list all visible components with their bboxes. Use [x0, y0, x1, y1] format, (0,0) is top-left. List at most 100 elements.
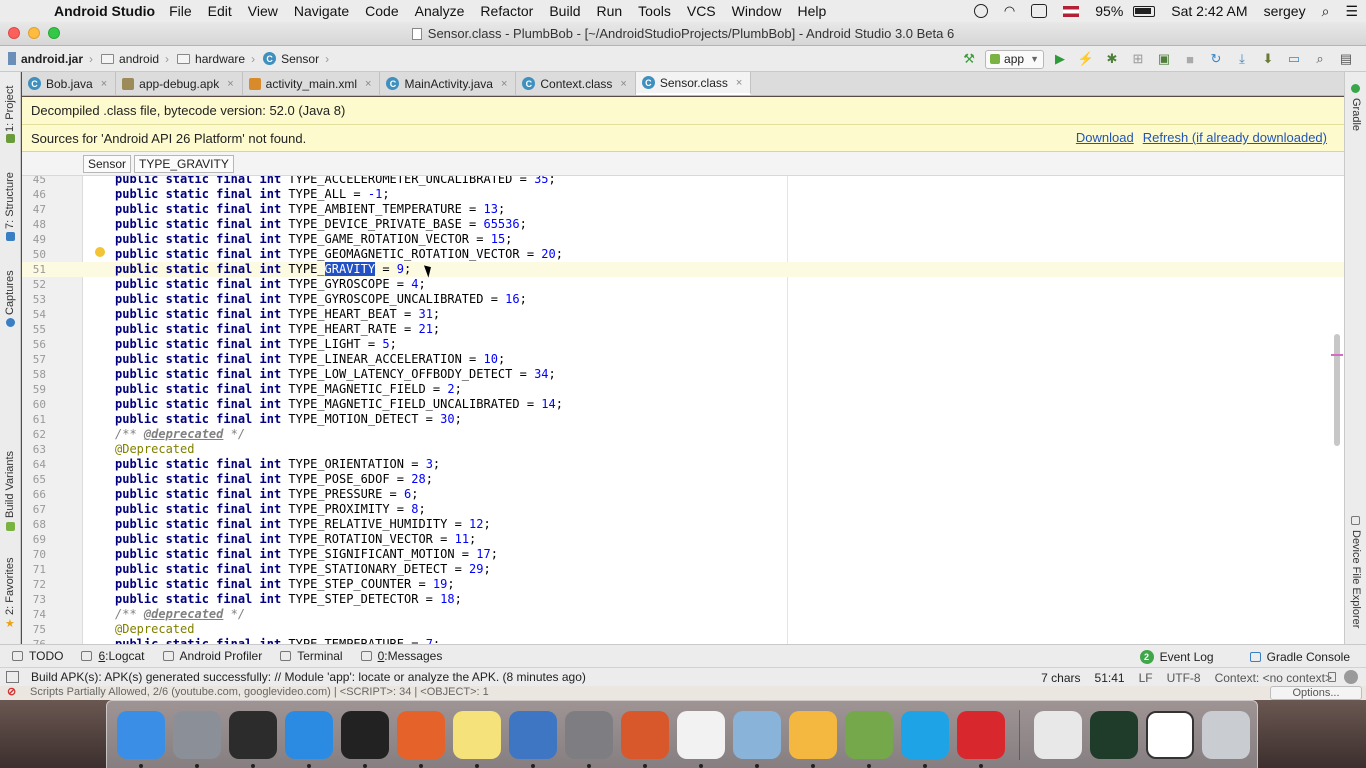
- android-security-internals-icon[interactable]: [1090, 710, 1138, 759]
- tool-tab-structure[interactable]: 7: Structure: [4, 172, 16, 229]
- airplay-icon[interactable]: [1031, 4, 1048, 18]
- code-line[interactable]: 60 public static final int TYPE_MAGNETIC_…: [22, 397, 1344, 412]
- android-studio-icon[interactable]: [789, 710, 837, 768]
- skype-icon[interactable]: [901, 710, 949, 768]
- tool-tab-captures[interactable]: Captures: [4, 270, 16, 315]
- code-line[interactable]: 61 public static final int TYPE_MOTION_DE…: [22, 412, 1344, 427]
- menu-run[interactable]: Run: [596, 3, 622, 19]
- code-line[interactable]: 68 public static final int TYPE_RELATIVE_…: [22, 517, 1344, 532]
- run-configuration-select[interactable]: app ▼: [985, 49, 1044, 69]
- code-line[interactable]: 58 public static final int TYPE_LOW_LATEN…: [22, 367, 1344, 382]
- nav-crumb-hardware[interactable]: hardware ›: [177, 52, 255, 66]
- keynote-icon[interactable]: [509, 710, 557, 768]
- launchpad-icon[interactable]: [173, 710, 221, 768]
- run-icon[interactable]: ▶: [1050, 49, 1070, 69]
- layout-icon[interactable]: ▤: [1336, 49, 1356, 69]
- bottom-tab-messages[interactable]: 0: Messages: [360, 649, 442, 663]
- toggle-tool-windows-icon[interactable]: [6, 671, 19, 683]
- editor-vertical-scrollbar[interactable]: [1334, 334, 1340, 446]
- project-structure-icon[interactable]: ▭: [1284, 49, 1304, 69]
- options-button[interactable]: Options...: [1270, 686, 1362, 700]
- search-icon[interactable]: ⌕: [1310, 49, 1330, 69]
- code-line[interactable]: 62 /** @deprecated */: [22, 427, 1344, 442]
- bottom-tab-logcat[interactable]: 6: Logcat: [81, 649, 145, 663]
- code-line[interactable]: 64 public static final int TYPE_ORIENTATI…: [22, 457, 1344, 472]
- code-line[interactable]: 65 public static final int TYPE_POSE_6DOF…: [22, 472, 1344, 487]
- tab-sensor-class[interactable]: C Sensor.class ×: [635, 72, 752, 95]
- firefox-icon[interactable]: [397, 710, 445, 768]
- nav-crumb-sensor[interactable]: C Sensor ›: [263, 52, 329, 66]
- app-green-icon[interactable]: [845, 710, 893, 768]
- tool-tab-project[interactable]: 1: Project: [4, 86, 16, 132]
- blank-window-icon[interactable]: [1146, 710, 1194, 759]
- code-line[interactable]: 59 public static final int TYPE_MAGNETIC_…: [22, 382, 1344, 397]
- menu-refactor[interactable]: Refactor: [480, 3, 533, 19]
- finder-icon[interactable]: [117, 710, 165, 768]
- make-project-hammer-icon[interactable]: ⚒: [959, 49, 979, 69]
- user-menu[interactable]: sergey: [1264, 3, 1306, 19]
- input-source-flag-icon[interactable]: [1063, 5, 1080, 17]
- tab-mainactivity-java[interactable]: C MainActivity.java ×: [380, 72, 517, 95]
- menu-build[interactable]: Build: [549, 3, 580, 19]
- event-log-button[interactable]: 2 Event Log: [1139, 649, 1214, 664]
- code-line[interactable]: 67 public static final int TYPE_PROXIMITY…: [22, 502, 1344, 517]
- dashboard-icon[interactable]: [229, 710, 277, 768]
- editor-crumb-class[interactable]: Sensor: [83, 154, 132, 173]
- code-line[interactable]: 75 @Deprecated: [22, 622, 1344, 637]
- code-line[interactable]: 55 public static final int TYPE_HEART_RAT…: [22, 322, 1344, 337]
- tool-tab-gradle[interactable]: Gradle: [1350, 98, 1362, 131]
- code-line[interactable]: 73 public static final int TYPE_STEP_DETE…: [22, 592, 1344, 607]
- hector-inspection-icon[interactable]: [1344, 670, 1358, 684]
- app-menu[interactable]: Android Studio: [54, 3, 155, 19]
- close-tab-icon[interactable]: ×: [227, 78, 233, 90]
- tab-app-debug-apk[interactable]: app-debug.apk ×: [116, 72, 243, 95]
- menu-analyze[interactable]: Analyze: [415, 3, 465, 19]
- code-line[interactable]: 50 public static final int TYPE_GEOMAGNET…: [22, 247, 1344, 262]
- line-separator[interactable]: LF: [1139, 671, 1153, 685]
- code-line[interactable]: 49 public static final int TYPE_GAME_ROTA…: [22, 232, 1344, 247]
- debug-icon[interactable]: ✱: [1102, 49, 1122, 69]
- apply-changes-icon[interactable]: ⚡: [1076, 49, 1096, 69]
- code-editor[interactable]: 45 public static final int TYPE_ACCELEROM…: [22, 176, 1344, 644]
- tab-context-class[interactable]: C Context.class ×: [516, 72, 636, 95]
- code-line[interactable]: 45 public static final int TYPE_ACCELEROM…: [22, 176, 1344, 187]
- code-line[interactable]: 47 public static final int TYPE_AMBIENT_T…: [22, 202, 1344, 217]
- code-line[interactable]: 71 public static final int TYPE_STATIONAR…: [22, 562, 1344, 577]
- preview-icon[interactable]: [733, 710, 781, 768]
- slack-icon[interactable]: [677, 710, 725, 768]
- notes-icon[interactable]: [453, 710, 501, 768]
- battery-percent[interactable]: 95%: [1095, 3, 1123, 19]
- vivaldi-icon[interactable]: [957, 710, 1005, 768]
- code-line[interactable]: 46 public static final int TYPE_ALL = -1;: [22, 187, 1344, 202]
- close-tab-icon[interactable]: ×: [101, 78, 107, 90]
- nav-crumb-android[interactable]: android ›: [101, 52, 169, 66]
- lock-icon[interactable]: [1328, 672, 1336, 682]
- context-indicator[interactable]: Context: <no context>: [1215, 671, 1332, 685]
- menu-navigate[interactable]: Navigate: [294, 3, 349, 19]
- safari-icon[interactable]: [285, 710, 333, 768]
- menu-code[interactable]: Code: [365, 3, 398, 19]
- bottom-tab-android-profiler[interactable]: Android Profiler: [162, 649, 262, 663]
- menu-file[interactable]: File: [169, 3, 192, 19]
- code-line[interactable]: 66 public static final int TYPE_PRESSURE …: [22, 487, 1344, 502]
- code-line[interactable]: 51 public static final int TYPE_GRAVITY =…: [22, 262, 1344, 277]
- menu-window[interactable]: Window: [732, 3, 782, 19]
- refresh-sources-link[interactable]: Refresh (if already downloaded): [1143, 130, 1327, 145]
- code-line[interactable]: 52 public static final int TYPE_GYROSCOPE…: [22, 277, 1344, 292]
- tool-tab-favorites[interactable]: 2: Favorites: [4, 558, 16, 615]
- code-line[interactable]: 57 public static final int TYPE_LINEAR_AC…: [22, 352, 1344, 367]
- status-message[interactable]: Build APK(s): APK(s) generated successfu…: [31, 670, 586, 684]
- lightbulb-icon[interactable]: [95, 247, 105, 260]
- gradle-console-button[interactable]: Gradle Console: [1249, 650, 1350, 664]
- nav-crumb-jar[interactable]: android.jar ›: [8, 52, 93, 66]
- stop-icon[interactable]: ■: [1180, 49, 1200, 69]
- close-tab-icon[interactable]: ×: [736, 77, 742, 89]
- battery-icon[interactable]: [1133, 5, 1156, 17]
- close-tab-icon[interactable]: ×: [365, 78, 371, 90]
- code-line[interactable]: 76 public static final int TYPE_TEMPERATU…: [22, 637, 1344, 644]
- system-preferences-icon[interactable]: [565, 710, 613, 768]
- trash-icon[interactable]: [1202, 710, 1250, 759]
- tool-tab-build-variants[interactable]: Build Variants: [4, 451, 16, 518]
- menu-help[interactable]: Help: [797, 3, 826, 19]
- attach-debugger-icon[interactable]: ⊞: [1128, 49, 1148, 69]
